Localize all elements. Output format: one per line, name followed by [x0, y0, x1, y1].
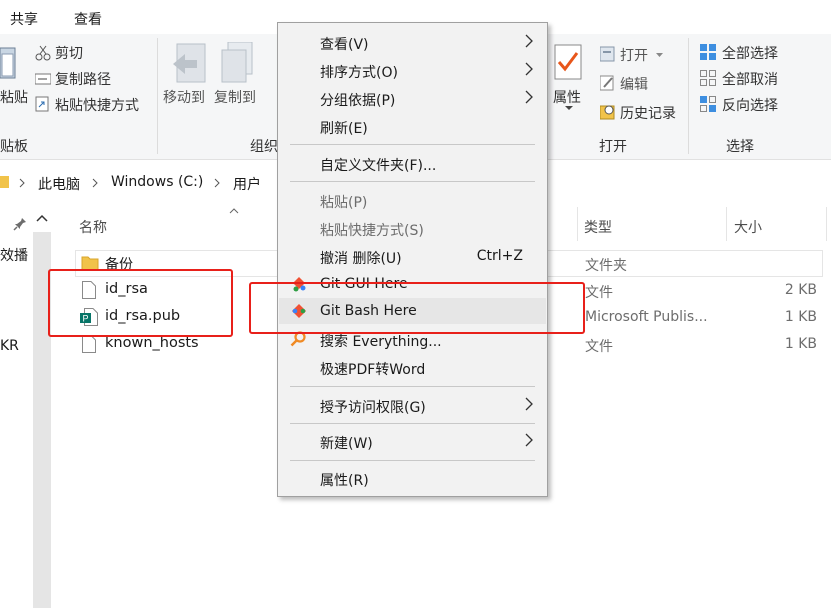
menu-item-pdf-to-word[interactable]: 极速PDF转Word	[278, 354, 547, 381]
clipboard-group-label: 贴板	[0, 139, 28, 155]
chevron-right-icon[interactable]	[214, 178, 220, 188]
open-group-label: 打开	[599, 139, 627, 155]
chevron-up-icon[interactable]	[36, 214, 48, 222]
chevron-right-icon	[525, 62, 533, 76]
sort-ascending-icon	[229, 208, 239, 214]
pin-icon[interactable]	[13, 217, 27, 231]
chevron-down-icon[interactable]	[565, 106, 573, 111]
chevron-right-icon	[525, 34, 533, 48]
open-button[interactable]: 打开	[620, 45, 648, 65]
menu-separator	[290, 423, 535, 424]
tab-view[interactable]: 查看	[74, 9, 102, 29]
properties-button[interactable]: 属性	[553, 87, 581, 107]
scissors-icon	[35, 45, 51, 61]
paste-icon[interactable]	[0, 44, 18, 80]
copy-path-icon	[35, 73, 51, 85]
move-to-icon[interactable]	[171, 42, 207, 86]
copy-to-button[interactable]: 复制到	[214, 87, 256, 107]
copy-path-button[interactable]: 复制路径	[55, 69, 111, 89]
menu-item-properties[interactable]: 属性(R)	[278, 465, 547, 492]
file-icon	[82, 335, 96, 353]
folder-icon	[0, 176, 9, 188]
file-type: Microsoft Publis...	[585, 309, 708, 325]
menu-item-refresh[interactable]: 刷新(E)	[278, 113, 547, 140]
file-size: 1 KB	[784, 336, 817, 352]
menu-item-paste-shortcut[interactable]: 粘贴快捷方式(S)	[278, 215, 547, 242]
column-separator[interactable]	[726, 207, 727, 241]
select-all-icon	[700, 44, 716, 60]
context-menu: 查看(V) 排序方式(O) 分组依据(P) 刷新(E) 自定义文件夹(F)...…	[277, 22, 548, 497]
history-button[interactable]: 历史记录	[620, 103, 676, 123]
chevron-right-icon	[525, 433, 533, 447]
edit-button[interactable]: 编辑	[620, 74, 648, 94]
breadcrumb-drive-c[interactable]: Windows (C:)	[111, 174, 203, 190]
copy-to-icon[interactable]	[220, 42, 256, 86]
file-size: 2 KB	[784, 282, 817, 298]
history-icon	[600, 105, 615, 120]
select-none-icon	[700, 70, 716, 86]
menu-item-view[interactable]: 查看(V)	[278, 29, 547, 56]
file-type: 文件	[585, 339, 613, 355]
properties-icon[interactable]	[553, 44, 585, 84]
file-type: 文件	[585, 285, 613, 301]
menu-separator	[290, 460, 535, 461]
organize-group-label: 组织	[250, 139, 278, 155]
menu-item-undo-delete[interactable]: 撤消 删除(U) Ctrl+Z	[278, 243, 547, 270]
menu-item-sort-by[interactable]: 排序方式(O)	[278, 57, 547, 84]
menu-item-grant-access[interactable]: 授予访问权限(G)	[278, 392, 547, 419]
menu-item-new[interactable]: 新建(W)	[278, 428, 547, 455]
column-header-type[interactable]: 类型	[584, 217, 612, 237]
chevron-down-icon[interactable]	[656, 53, 663, 57]
invert-selection-button[interactable]: 反向选择	[722, 95, 778, 115]
breadcrumb-this-pc[interactable]: 此电脑	[38, 174, 80, 194]
paste-shortcut-icon	[35, 96, 49, 112]
invert-selection-icon	[700, 96, 716, 112]
menu-item-paste[interactable]: 粘贴(P)	[278, 187, 547, 214]
paste-button-label[interactable]: 粘贴	[0, 87, 28, 107]
tab-share[interactable]: 共享	[10, 9, 38, 29]
menu-item-group-by[interactable]: 分组依据(P)	[278, 85, 547, 112]
column-separator[interactable]	[577, 207, 578, 241]
edit-icon	[600, 75, 614, 91]
chevron-right-icon[interactable]	[92, 178, 98, 188]
nav-item[interactable]: KR	[0, 338, 19, 354]
column-separator[interactable]	[826, 207, 827, 241]
file-explorer-window: 共享 查看 粘贴 剪切 复制路径 粘贴快捷方式 贴板 移动到 复制到 组织 属性…	[0, 0, 831, 608]
open-icon	[600, 46, 615, 62]
select-group-label: 选择	[726, 139, 754, 155]
chevron-right-icon[interactable]	[19, 178, 25, 188]
ribbon-separator	[688, 38, 689, 154]
paste-shortcut-button[interactable]: 粘贴快捷方式	[55, 95, 139, 115]
select-all-button[interactable]: 全部选择	[722, 43, 778, 63]
nav-item[interactable]: 效播	[0, 245, 28, 265]
chevron-right-icon	[525, 90, 533, 104]
menu-item-customize-folder[interactable]: 自定义文件夹(F)...	[278, 150, 547, 177]
column-header-size[interactable]: 大小	[734, 217, 762, 237]
column-header-name[interactable]: 名称	[79, 217, 107, 237]
highlight-box	[249, 282, 585, 334]
shortcut-label: Ctrl+Z	[476, 248, 523, 264]
highlight-box	[48, 269, 233, 337]
file-name: known_hosts	[105, 335, 199, 351]
cut-button[interactable]: 剪切	[55, 43, 83, 63]
file-size: 1 KB	[784, 309, 817, 325]
move-to-button[interactable]: 移动到	[163, 87, 205, 107]
menu-separator	[290, 386, 535, 387]
select-none-button[interactable]: 全部取消	[722, 69, 778, 89]
ribbon-separator	[157, 38, 158, 154]
chevron-right-icon	[525, 397, 533, 411]
file-type: 文件夹	[585, 258, 627, 274]
breadcrumb-users[interactable]: 用户	[233, 174, 261, 194]
menu-separator	[290, 181, 535, 182]
menu-separator	[290, 144, 535, 145]
